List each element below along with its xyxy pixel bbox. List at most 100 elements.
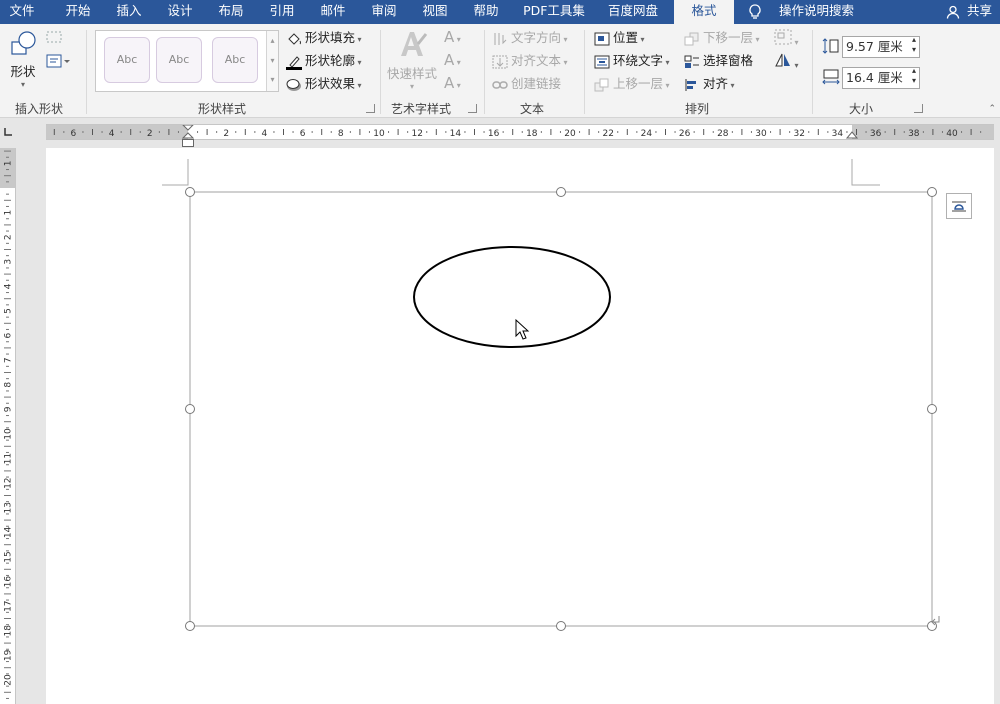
size-launcher[interactable] <box>914 104 923 113</box>
ruler-label: 9 <box>4 406 14 412</box>
tab-mailings[interactable]: 邮件 <box>308 0 358 24</box>
shapes-button[interactable]: 形状 ▾ <box>6 30 40 92</box>
tab-view[interactable]: 视图 <box>410 0 460 24</box>
ellipse-shape[interactable] <box>413 246 611 348</box>
ruler-label: 12 <box>411 129 422 139</box>
tab-format[interactable]: 格式 <box>674 0 734 24</box>
tab-help[interactable]: 帮助 <box>461 0 511 24</box>
resize-handle-top[interactable] <box>556 187 566 197</box>
shape-fill-label: 形状填充 <box>305 30 356 45</box>
edit-shape-button[interactable] <box>46 30 62 49</box>
tell-me-search[interactable]: 操作说明搜索 <box>748 0 854 24</box>
arrange-group-label: 排列 <box>684 102 709 116</box>
quick-styles-button[interactable]: 快速样式 ▾ <box>386 28 438 91</box>
shape-fill-button[interactable]: 形状填充 ▾ <box>286 29 362 49</box>
tab-layout[interactable]: 布局 <box>206 0 256 24</box>
text-box-button[interactable] <box>46 54 70 73</box>
resize-handle-bottom-left[interactable] <box>185 621 195 631</box>
document-page[interactable] <box>46 148 994 704</box>
align-text-button[interactable]: 对齐文本 ▾ <box>492 52 568 72</box>
tab-stop-selector-icon[interactable] <box>2 126 14 138</box>
text-box-icon <box>46 54 70 68</box>
group-separator <box>812 30 813 114</box>
wrap-text-label: 环绕文字 <box>613 53 664 68</box>
create-link-button[interactable]: 创建链接 <box>492 75 561 93</box>
resize-handle-left[interactable] <box>185 404 195 414</box>
tab-references[interactable]: 引用 <box>257 0 307 24</box>
person-icon <box>946 5 960 19</box>
chevron-up-icon[interactable]: ▴ <box>267 31 278 51</box>
shape-style-option-3[interactable]: Abc <box>212 37 258 83</box>
text-effects-button[interactable]: A ▾ <box>444 74 461 95</box>
shape-effects-button[interactable]: 形状效果 ▾ <box>286 75 362 95</box>
ruler-label: 16 <box>4 576 14 588</box>
text-fill-button[interactable]: A ▾ <box>444 28 461 49</box>
ruler-label: 15 <box>4 551 14 562</box>
shape-height-input[interactable]: 9.57 厘米 ▴ ▾ <box>842 35 920 58</box>
selection-pane-button[interactable]: 选择窗格 <box>684 52 753 70</box>
gallery-more-icon[interactable]: ▾ <box>267 71 278 89</box>
shape-width-icon <box>822 69 840 85</box>
ruler-label: 30 <box>755 129 767 139</box>
height-spin-down-icon[interactable]: ▾ <box>912 44 916 56</box>
text-outline-button[interactable]: A ▾ <box>444 51 461 72</box>
vertical-ruler[interactable]: 1 1 2 3 4 5 6 7 8 9 10 11 12 13 14 15 16 17 18 19 20 <box>0 148 16 704</box>
group-objects-button[interactable]: ▾ <box>774 29 799 52</box>
chevron-down-icon[interactable]: ▾ <box>267 51 278 71</box>
text-fill-icon: A <box>444 28 455 46</box>
chevron-down-icon: ▾ <box>409 82 414 91</box>
shape-style-option-2[interactable]: Abc <box>156 37 202 83</box>
shape-outline-button[interactable]: 形状轮廓 ▾ <box>286 52 362 72</box>
tab-pdf-tools[interactable]: PDF工具集 <box>515 0 593 24</box>
send-backward-button[interactable]: 下移一层 ▾ <box>684 29 760 49</box>
tab-home[interactable]: 开始 <box>52 0 104 24</box>
resize-handle-bottom[interactable] <box>556 621 566 631</box>
resize-handle-top-right[interactable] <box>927 187 937 197</box>
group-separator <box>86 30 87 114</box>
ribbon-tab-bar: 文件 开始 插入 设计 布局 引用 邮件 审阅 视图 帮助 PDF工具集 百度网… <box>0 0 1000 24</box>
resize-handle-bottom-right[interactable] <box>927 621 937 631</box>
ruler-label: 3 <box>4 259 14 265</box>
selection-pane-icon <box>684 55 699 68</box>
ruler-label: 4 <box>4 283 14 289</box>
align-button[interactable]: 对齐 ▾ <box>684 75 735 95</box>
chevron-down-icon: ▾ <box>20 80 25 89</box>
indent-marker-icon[interactable] <box>182 125 194 139</box>
resize-handle-right[interactable] <box>927 404 937 414</box>
layout-options-button[interactable] <box>946 193 972 219</box>
position-button[interactable]: 位置 ▾ <box>594 29 645 49</box>
tab-file[interactable]: 文件 <box>0 0 44 24</box>
tab-review[interactable]: 审阅 <box>359 0 409 24</box>
bring-forward-button[interactable]: 上移一层 ▾ <box>594 75 670 95</box>
text-effects-icon: A <box>444 74 455 92</box>
left-indent-box-icon[interactable] <box>182 139 194 147</box>
collapse-ribbon-icon[interactable]: ⌃ <box>988 104 996 114</box>
width-spin-down-icon[interactable]: ▾ <box>912 75 916 87</box>
wrap-text-button[interactable]: 环绕文字 ▾ <box>594 52 670 72</box>
horizontal-ruler[interactable]: 6 4 2 2 4 6 8 10 12 14 16 18 20 22 24 26 28 30 32 34 36 38 40 <box>46 124 994 140</box>
right-indent-marker-icon[interactable] <box>846 129 858 139</box>
size-group-label: 大小 <box>848 102 873 116</box>
ruler-label: 6 <box>4 332 14 338</box>
pen-icon <box>286 55 302 70</box>
bring-forward-icon <box>594 78 609 91</box>
rotate-icon <box>775 53 790 67</box>
tab-baidu-netdisk[interactable]: 百度网盘 <box>599 0 667 24</box>
ruler-label: 32 <box>793 129 804 139</box>
ruler-label: 2 <box>147 129 153 139</box>
tab-design[interactable]: 设计 <box>155 0 205 24</box>
margin-mark-top-left <box>162 159 189 186</box>
tab-insert[interactable]: 插入 <box>104 0 154 24</box>
share-button[interactable]: 共享 <box>946 0 992 24</box>
resize-handle-top-left[interactable] <box>185 187 195 197</box>
text-direction-button[interactable]: 文字方向 ▾ <box>492 29 568 49</box>
ruler-label: 13 <box>4 502 14 513</box>
rotate-button[interactable]: ▾ <box>774 52 799 75</box>
ruler-label: 16 <box>488 129 500 139</box>
shape-style-option-1[interactable]: Abc <box>104 37 150 83</box>
shape-styles-launcher[interactable] <box>366 104 375 113</box>
shape-width-input[interactable]: 16.4 厘米 ▴ ▾ <box>842 66 920 89</box>
wordart-launcher[interactable] <box>468 104 477 113</box>
gallery-scroll[interactable]: ▴ ▾ ▾ <box>266 31 278 91</box>
ruler-label: 40 <box>946 129 958 139</box>
